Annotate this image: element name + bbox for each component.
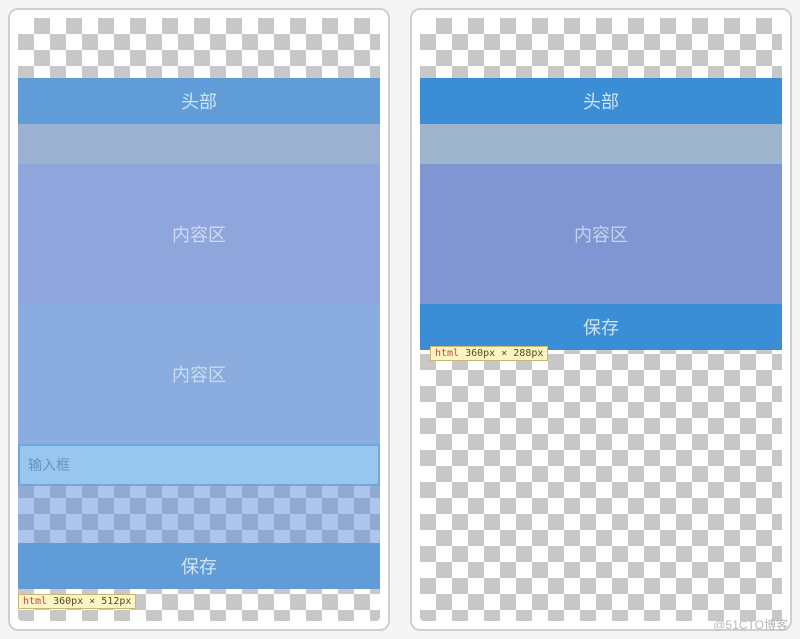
spacer-section <box>420 124 782 164</box>
content-label-1: 内容区 <box>172 221 226 247</box>
header-label: 头部 <box>181 88 217 114</box>
save-label: 保存 <box>181 553 217 579</box>
header-label: 头部 <box>583 88 619 114</box>
content-label-2: 内容区 <box>172 361 226 387</box>
left-preview-panel: 头部 内容区 内容区 输入框 保存 html 360px × 512px <box>8 8 390 631</box>
header-section: 头部 <box>420 78 782 124</box>
content-section-1: 内容区 <box>18 164 380 304</box>
dimension-tooltip-right: html 360px × 288px <box>430 346 548 361</box>
input-field[interactable]: 输入框 <box>18 444 380 486</box>
dim-element-name: html <box>23 596 47 607</box>
dim-size: 360px × 288px <box>465 348 543 359</box>
spacer-section <box>18 124 380 164</box>
mockup-container-left: 头部 内容区 内容区 输入框 保存 <box>18 78 380 589</box>
header-section: 头部 <box>18 78 380 124</box>
save-label: 保存 <box>583 314 619 340</box>
dim-element-name: html <box>435 348 459 359</box>
save-button[interactable]: 保存 <box>420 304 782 350</box>
content-section: 内容区 <box>420 164 782 304</box>
content-section-2: 内容区 <box>18 304 380 444</box>
save-button[interactable]: 保存 <box>18 543 380 589</box>
content-label: 内容区 <box>574 221 628 247</box>
right-preview-panel: 头部 内容区 保存 html 360px × 288px <box>410 8 792 631</box>
input-placeholder: 输入框 <box>28 455 70 475</box>
watermark: @51CTO博客 <box>713 616 788 633</box>
dim-size: 360px × 512px <box>53 596 131 607</box>
mockup-container-right: 头部 内容区 保存 <box>420 78 782 350</box>
dimension-tooltip-left: html 360px × 512px <box>18 594 136 609</box>
